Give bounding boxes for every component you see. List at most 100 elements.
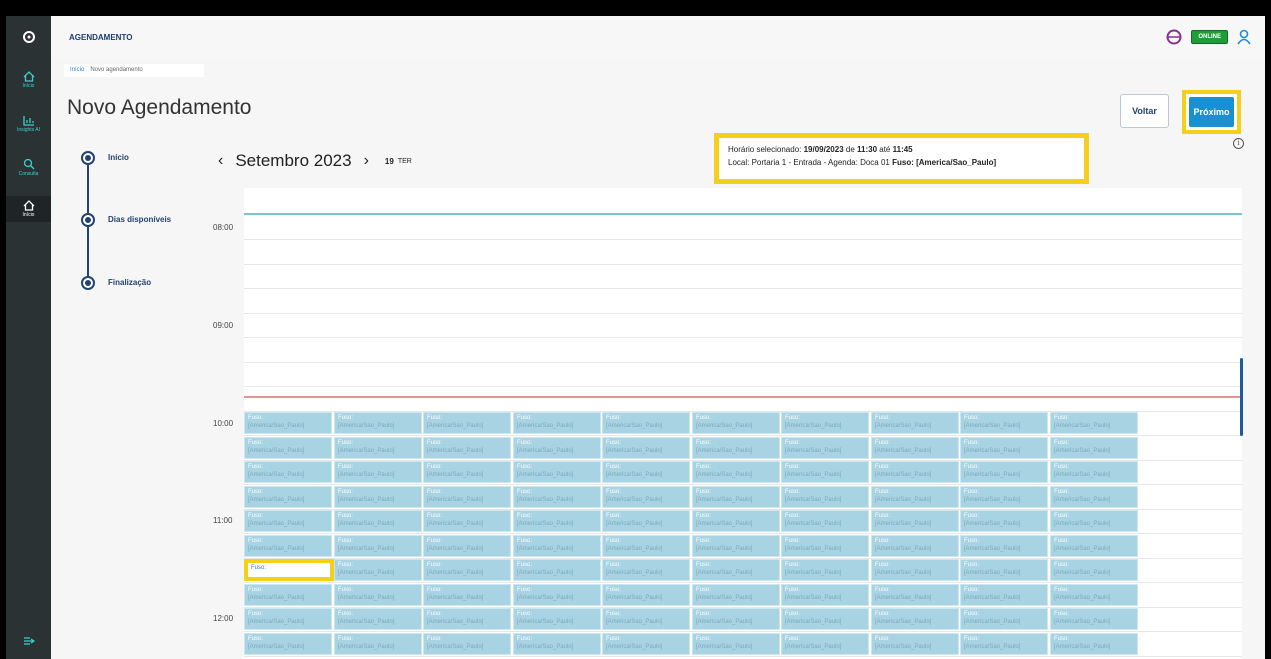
- time-slot[interactable]: Fuso: [America/Sao_Paulo]: [602, 510, 690, 532]
- time-slot[interactable]: Fuso: [America/Sao_Paulo]: [244, 412, 332, 434]
- time-slot[interactable]: Fuso: [America/Sao_Paulo]: [423, 510, 511, 532]
- time-slot[interactable]: Fuso: [America/Sao_Paulo]: [602, 584, 690, 606]
- time-slot[interactable]: Fuso: [America/Sao_Paulo]: [513, 461, 601, 483]
- time-slot[interactable]: Fuso: [America/Sao_Paulo]: [1050, 584, 1138, 606]
- time-slot[interactable]: Fuso: [America/Sao_Paulo]: [871, 437, 959, 459]
- time-slot[interactable]: Fuso: [America/Sao_Paulo]: [871, 584, 959, 606]
- time-slot[interactable]: Fuso: [America/Sao_Paulo]: [513, 412, 601, 434]
- time-slot[interactable]: Fuso: [America/Sao_Paulo]: [781, 633, 869, 655]
- time-slot[interactable]: Fuso: [America/Sao_Paulo]: [602, 437, 690, 459]
- time-slot[interactable]: Fuso: [America/Sao_Paulo]: [602, 486, 690, 508]
- time-slot[interactable]: Fuso: [America/Sao_Paulo]: [781, 559, 869, 581]
- time-slot[interactable]: Fuso: [America/Sao_Paulo]: [513, 535, 601, 557]
- time-slot[interactable]: Fuso: [America/Sao_Paulo]: [692, 535, 780, 557]
- time-slot[interactable]: Fuso: [America/Sao_Paulo]: [602, 608, 690, 630]
- time-slot[interactable]: Fuso: [America/Sao_Paulo]: [781, 437, 869, 459]
- chevron-right-icon[interactable]: ›: [364, 152, 369, 170]
- time-slot[interactable]: Fuso: [America/Sao_Paulo]: [602, 535, 690, 557]
- time-slot[interactable]: Fuso: [America/Sao_Paulo]: [692, 510, 780, 532]
- time-slot[interactable]: Fuso: [America/Sao_Paulo]: [423, 412, 511, 434]
- step-inicio[interactable]: Início: [81, 151, 221, 165]
- time-slot[interactable]: Fuso: [America/Sao_Paulo]: [960, 559, 1048, 581]
- time-slot[interactable]: Fuso: [America/Sao_Paulo]: [513, 559, 601, 581]
- time-slot[interactable]: Fuso: [America/Sao_Paulo]: [244, 461, 332, 483]
- globe-icon[interactable]: [1166, 29, 1182, 45]
- expand-sidebar-icon[interactable]: [6, 636, 51, 646]
- time-slot[interactable]: Fuso: [America/Sao_Paulo]: [871, 461, 959, 483]
- time-slot[interactable]: Fuso: [America/Sao_Paulo]: [602, 461, 690, 483]
- time-slot[interactable]: Fuso: [America/Sao_Paulo]: [781, 584, 869, 606]
- time-slot[interactable]: Fuso: [America/Sao_Paulo]: [781, 510, 869, 532]
- time-slot[interactable]: Fuso: [America/Sao_Paulo]: [692, 486, 780, 508]
- time-slot[interactable]: Fuso: [America/Sao_Paulo]: [1050, 412, 1138, 434]
- time-slot[interactable]: Fuso: [America/Sao_Paulo]: [334, 412, 422, 434]
- time-slot[interactable]: Fuso: [America/Sao_Paulo]: [871, 608, 959, 630]
- time-slot[interactable]: Fuso: [America/Sao_Paulo]: [244, 535, 332, 557]
- time-slot[interactable]: Fuso: [America/Sao_Paulo]: [423, 486, 511, 508]
- time-slot[interactable]: Fuso: [America/Sao_Paulo]: [334, 486, 422, 508]
- time-slot[interactable]: Fuso: [America/Sao_Paulo]: [692, 633, 780, 655]
- time-slot[interactable]: Fuso: [America/Sao_Paulo]: [960, 510, 1048, 532]
- time-slot[interactable]: Fuso: [America/Sao_Paulo]: [692, 437, 780, 459]
- time-slot[interactable]: Fuso: [America/Sao_Paulo]: [423, 559, 511, 581]
- time-slot[interactable]: Fuso: [America/Sao_Paulo]: [334, 633, 422, 655]
- time-slot[interactable]: Fuso: [America/Sao_Paulo]: [513, 584, 601, 606]
- time-slot[interactable]: Fuso: [America/Sao_Paulo]: [871, 559, 959, 581]
- time-slot[interactable]: Fuso: [America/Sao_Paulo]: [960, 584, 1048, 606]
- scrollbar[interactable]: [1240, 358, 1243, 436]
- time-slot[interactable]: Fuso: [America/Sao_Paulo]: [692, 608, 780, 630]
- back-button[interactable]: Voltar: [1120, 94, 1169, 128]
- time-slot[interactable]: Fuso: [America/Sao_Paulo]: [1050, 461, 1138, 483]
- next-button[interactable]: Próximo: [1189, 97, 1234, 127]
- time-slot[interactable]: Fuso: [America/Sao_Paulo]: [960, 535, 1048, 557]
- time-slot[interactable]: Fuso: [America/Sao_Paulo]: [1050, 608, 1138, 630]
- time-slot[interactable]: Fuso: [America/Sao_Paulo]: [602, 633, 690, 655]
- time-slot[interactable]: Fuso: [America/Sao_Paulo]: [1050, 486, 1138, 508]
- sidebar-item-inicio-active[interactable]: Início: [6, 196, 51, 222]
- time-slot[interactable]: Fuso: [America/Sao_Paulo]: [871, 510, 959, 532]
- sidebar-item-insights[interactable]: Insights AI: [6, 115, 51, 133]
- time-slot[interactable]: Fuso: [America/Sao_Paulo]: [960, 437, 1048, 459]
- time-slot[interactable]: Fuso: [America/Sao_Paulo]: [244, 437, 332, 459]
- chevron-left-icon[interactable]: ‹: [218, 152, 223, 170]
- time-slot[interactable]: Fuso: [America/Sao_Paulo]: [244, 510, 332, 532]
- user-icon[interactable]: [1237, 29, 1251, 45]
- time-slot[interactable]: Fuso: [America/Sao_Paulo]: [960, 412, 1048, 434]
- time-slot[interactable]: Fuso: [America/Sao_Paulo]: [513, 633, 601, 655]
- time-slot[interactable]: Fuso: [America/Sao_Paulo]: [513, 608, 601, 630]
- time-slot[interactable]: Fuso: [America/Sao_Paulo]: [334, 535, 422, 557]
- time-slot[interactable]: Fuso: [America/Sao_Paulo]: [423, 633, 511, 655]
- time-slot[interactable]: Fuso: [America/Sao_Paulo]: [692, 461, 780, 483]
- time-slot[interactable]: Fuso: [America/Sao_Paulo]: [244, 633, 332, 655]
- time-slot[interactable]: Fuso: [America/Sao_Paulo]: [781, 461, 869, 483]
- time-slot[interactable]: Fuso: [America/Sao_Paulo]: [960, 486, 1048, 508]
- time-slot[interactable]: Fuso: [America/Sao_Paulo]: [871, 535, 959, 557]
- time-slot[interactable]: Fuso: [America/Sao_Paulo]: [960, 461, 1048, 483]
- step-finalizacao[interactable]: Finalização: [81, 276, 221, 290]
- time-slot[interactable]: Fuso: [America/Sao_Paulo]: [1050, 559, 1138, 581]
- time-slot[interactable]: Fuso: [America/Sao_Paulo]: [871, 486, 959, 508]
- time-slot[interactable]: Fuso: [America/Sao_Paulo]: [1050, 633, 1138, 655]
- time-slot[interactable]: Fuso: [America/Sao_Paulo]: [602, 559, 690, 581]
- time-slot[interactable]: Fuso: [America/Sao_Paulo]: [244, 584, 332, 606]
- time-slot[interactable]: Fuso: [America/Sao_Paulo]: [423, 535, 511, 557]
- time-slot[interactable]: Fuso: [America/Sao_Paulo]: [871, 633, 959, 655]
- sidebar-item-inicio[interactable]: Início: [6, 71, 51, 89]
- time-slot[interactable]: Fuso: [America/Sao_Paulo]: [692, 584, 780, 606]
- time-slot[interactable]: Fuso: [America/Sao_Paulo]: [1050, 510, 1138, 532]
- logo-icon[interactable]: [6, 30, 51, 44]
- time-slot[interactable]: Fuso: [America/Sao_Paulo]: [513, 510, 601, 532]
- time-slot[interactable]: Fuso: [America/Sao_Paulo]: [871, 412, 959, 434]
- time-slot[interactable]: Fuso: [America/Sao_Paulo]: [513, 437, 601, 459]
- time-slot[interactable]: Fuso: [America/Sao_Paulo]: [781, 412, 869, 434]
- time-slot[interactable]: Fuso: [America/Sao_Paulo]: [692, 412, 780, 434]
- time-slot[interactable]: Fuso: [America/Sao_Paulo]: [781, 486, 869, 508]
- time-slot[interactable]: Fuso: [America/Sao_Paulo]: [960, 633, 1048, 655]
- sidebar-item-consulta[interactable]: Consulta: [6, 158, 51, 177]
- time-slot[interactable]: Fuso: [America/Sao_Paulo]: [334, 608, 422, 630]
- time-slot[interactable]: Fuso: [America/Sao_Paulo]: [334, 559, 422, 581]
- time-slot[interactable]: Fuso: [America/Sao_Paulo]: [423, 608, 511, 630]
- time-slot[interactable]: Fuso: [America/Sao_Paulo]: [781, 535, 869, 557]
- time-slot[interactable]: Fuso: [America/Sao_Paulo]: [1050, 535, 1138, 557]
- time-slot[interactable]: Fuso: [America/Sao_Paulo]: [692, 559, 780, 581]
